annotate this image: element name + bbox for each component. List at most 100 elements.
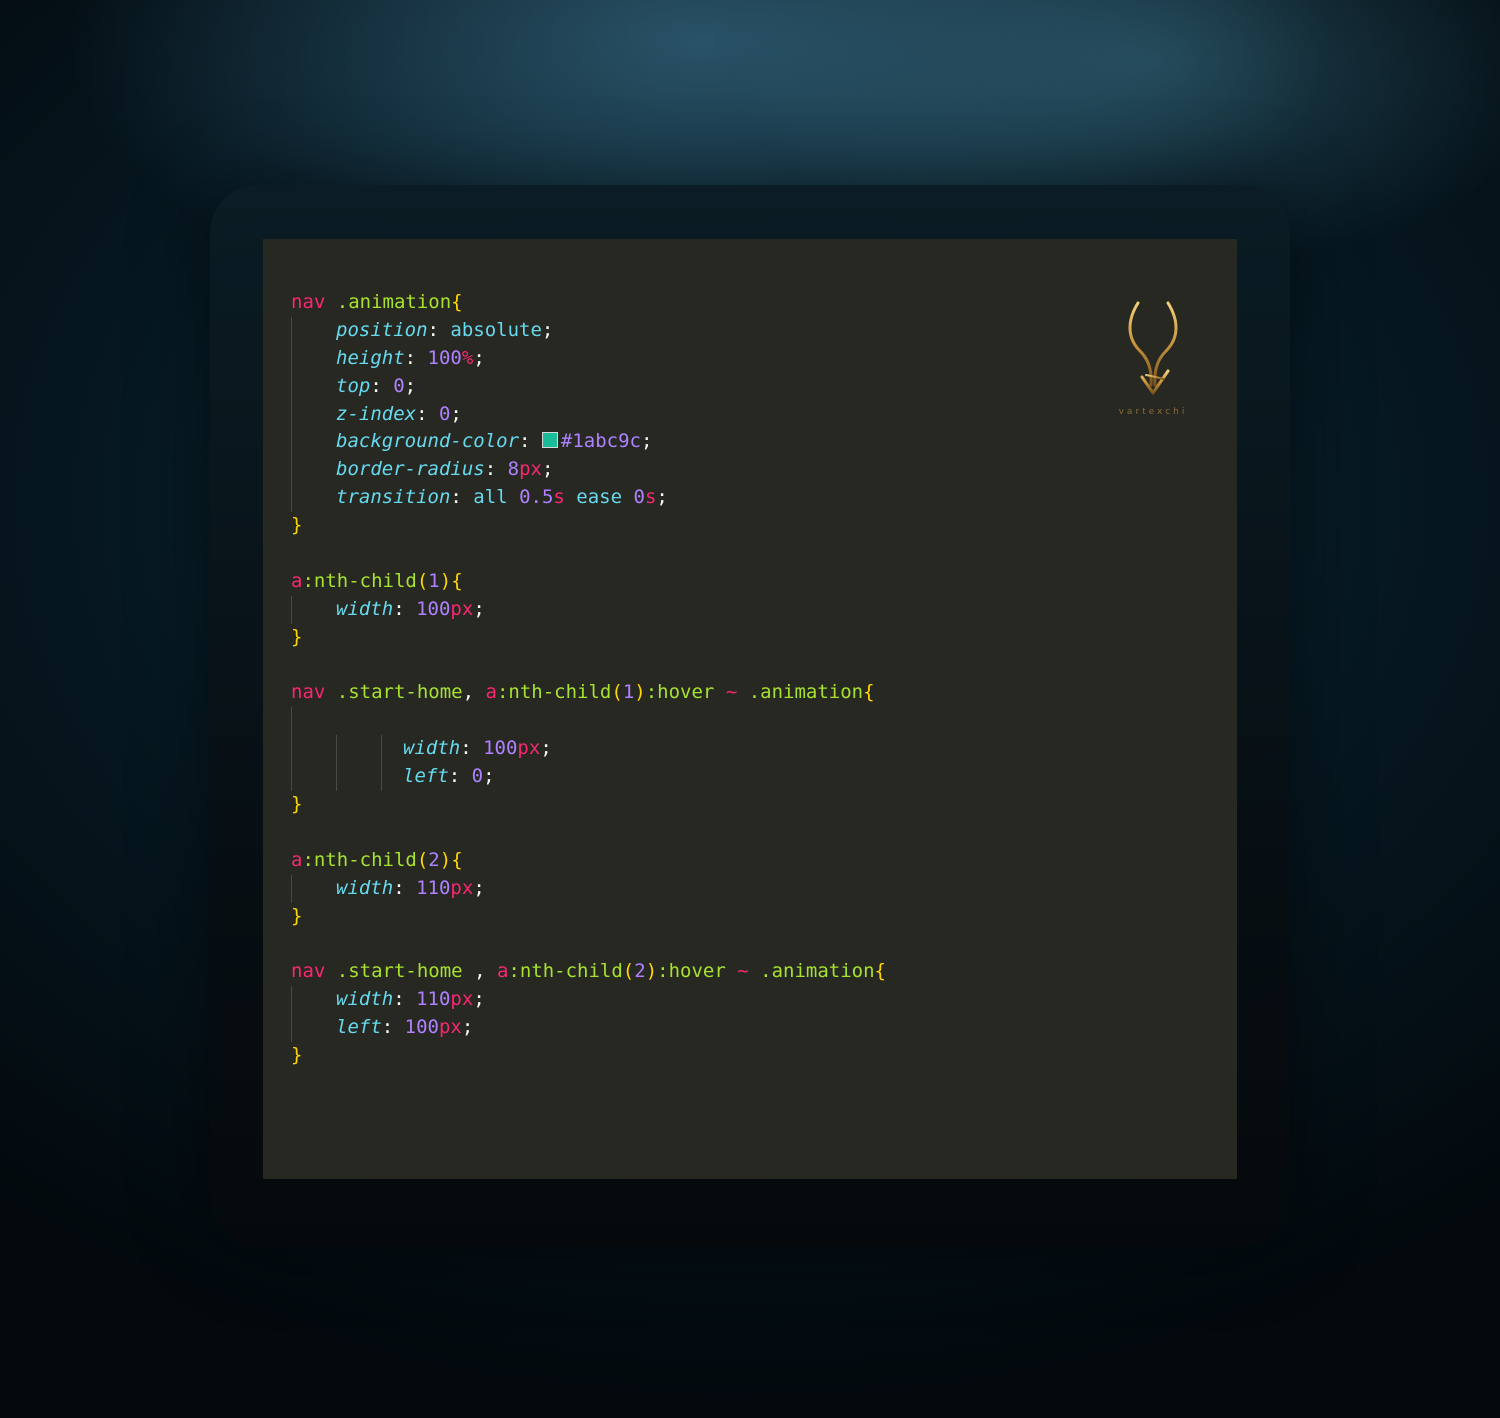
code-token-prop: transition: [336, 486, 451, 509]
code-line: }: [291, 791, 1111, 819]
code-token-prop: height: [336, 346, 405, 369]
code-line: top: 0;: [291, 372, 1111, 401]
indent-guide: [291, 595, 292, 624]
code-token-punc: [726, 960, 737, 982]
code-token-punc: ;: [656, 486, 668, 509]
code-line: border-radius: 8px;: [291, 456, 1111, 485]
code-token-num: 100: [416, 597, 451, 620]
code-line: left: 0;: [291, 763, 1111, 792]
code-token-prop: left: [403, 765, 449, 788]
code-token-kw: all: [473, 486, 508, 509]
code-token-tag: a: [291, 848, 303, 871]
code-token-tag: nav: [291, 291, 326, 313]
code-token-punc: :: [370, 374, 394, 397]
code-line: width: 110px;: [291, 986, 1111, 1015]
code-token-kw: absolute: [450, 318, 542, 341]
code-token-num: 0: [471, 765, 484, 788]
code-token-unit: px: [517, 737, 541, 760]
code-token-unit: px: [438, 1016, 462, 1039]
code-line: height: 100%;: [291, 344, 1111, 373]
code-token-brace: {: [451, 291, 463, 313]
code-token-num: 100: [404, 1016, 439, 1039]
code-line: a:nth-child(1){: [291, 568, 1111, 596]
code-line: nav .start-home, a:nth-child(1):hover ~ …: [291, 679, 1111, 707]
code-token-unit: px: [519, 458, 542, 481]
code-token-cls: .animation: [760, 960, 875, 983]
code-token-brace: (: [416, 569, 429, 592]
code-token-num: #1abc9c: [560, 430, 641, 453]
code-token-prop: width: [403, 737, 461, 760]
code-token-punc: :: [404, 346, 428, 369]
code-token-punc: :: [448, 765, 472, 788]
code-token-punc: :: [519, 430, 542, 453]
indent-guide: [291, 428, 292, 457]
code-token-brace: {: [863, 681, 875, 704]
code-token-num: 1: [428, 569, 440, 592]
code-token-prop: background-color: [336, 430, 520, 453]
code-token-punc: [737, 681, 748, 703]
indent-guide: [291, 484, 292, 513]
code-token-cls: :nth-child: [302, 569, 417, 592]
indent-guide: [336, 735, 337, 764]
code-token-punc: [325, 291, 336, 313]
indent-guide: [381, 763, 382, 792]
code-token-punc: ,: [462, 681, 486, 704]
code-token-brace: }: [291, 1044, 303, 1067]
code-line: [291, 707, 1111, 736]
code-token-num: 0.5: [519, 486, 554, 509]
indent-guide: [291, 1014, 292, 1043]
code-token-brace: }: [291, 625, 303, 648]
code-token-num: 0: [438, 402, 451, 425]
code-token-punc: ;: [483, 765, 495, 788]
code-line: background-color: #1abc9c;: [291, 428, 1111, 457]
code-token-unit: s: [644, 486, 657, 509]
code-token-num: 2: [634, 960, 646, 983]
indent-guide: [336, 763, 337, 792]
code-line: }: [291, 624, 1111, 652]
code-token-punc: ,: [462, 960, 497, 983]
code-token-brace: ): [645, 960, 658, 983]
code-token-prop: width: [336, 597, 394, 620]
code-token-prop: z-index: [336, 402, 417, 425]
code-line: position: absolute;: [291, 316, 1111, 345]
color-swatch[interactable]: [541, 432, 558, 449]
code-token-unit: px: [450, 597, 474, 620]
code-line: transition: all 0.5s ease 0s;: [291, 484, 1111, 513]
code-token-prop: top: [336, 374, 371, 397]
code-token-punc: ;: [473, 346, 485, 369]
code-token-cls: .animation: [336, 291, 452, 313]
code-token-num: 1: [622, 681, 635, 704]
indent-guide: [291, 986, 292, 1015]
code-token-cls: :hover: [657, 960, 726, 983]
code-token-punc: ;: [404, 374, 417, 397]
code-token-cls: .start-home: [336, 960, 463, 983]
code-token-brace: {: [874, 960, 886, 983]
code-token-punc: :: [450, 486, 474, 509]
code-token-punc: [508, 486, 519, 508]
code-token-tag: a: [485, 681, 497, 704]
code-token-cls: .animation: [748, 681, 864, 704]
code-token-punc: :: [393, 597, 417, 620]
code-token-brace: (: [622, 960, 635, 983]
code-token-brace: {: [451, 569, 463, 592]
gold-antler-logo-icon: [1128, 301, 1178, 395]
code-token-unit: px: [450, 988, 474, 1011]
code-token-num: 110: [416, 876, 451, 899]
code-token-unit: %: [461, 346, 474, 369]
code-token-brace: ): [439, 569, 452, 592]
code-token-cls: :hover: [645, 681, 715, 704]
code-token-brace: }: [291, 514, 303, 537]
code-token-tag: a: [291, 569, 303, 592]
code-line: a:nth-child(2){: [291, 847, 1111, 875]
indent-guide: [291, 316, 292, 345]
code-token-cls: :nth-child: [496, 681, 612, 704]
code-token-brace: ): [439, 848, 452, 871]
code-token-prop: width: [336, 988, 394, 1011]
code-token-num: 110: [416, 988, 451, 1011]
code-token-brace: {: [451, 848, 463, 871]
code-token-punc: [325, 681, 336, 703]
code-token-prop: width: [336, 876, 394, 899]
code-token-punc: ;: [541, 318, 554, 341]
code-line: left: 100px;: [291, 1014, 1111, 1043]
